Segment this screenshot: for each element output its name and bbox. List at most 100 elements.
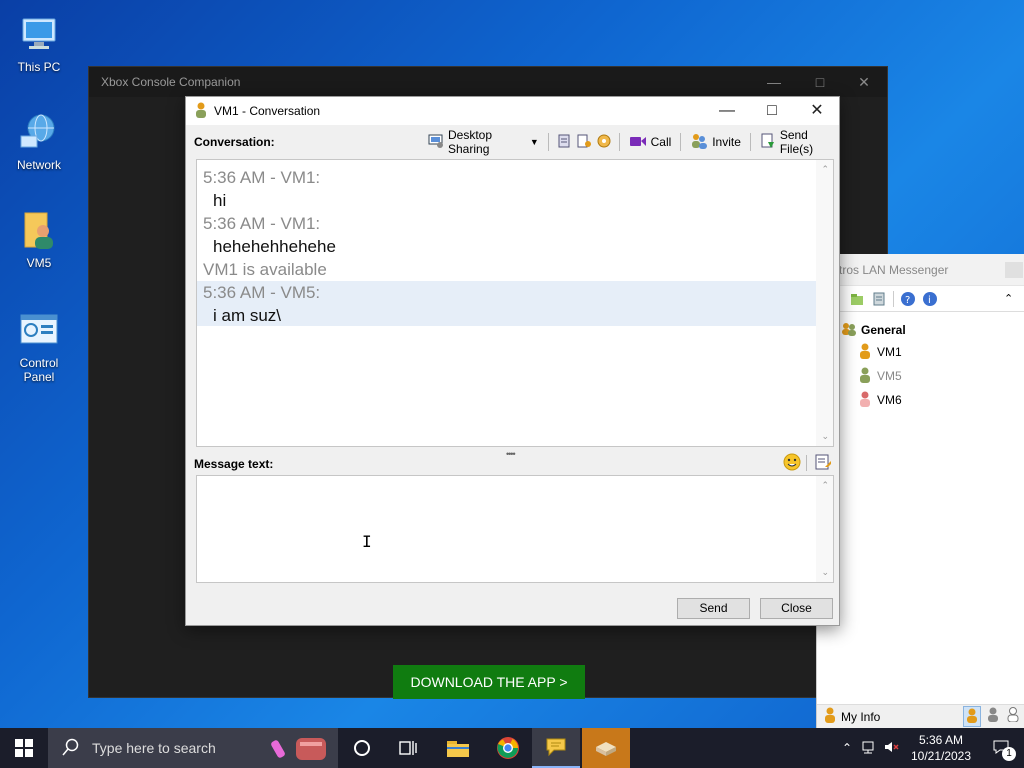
desktop-icon-vm5[interactable]: VM5 [4, 208, 74, 270]
file-explorer-button[interactable] [434, 728, 482, 768]
notification-count-badge: 1 [1002, 746, 1016, 761]
lan-messenger-taskbar-button[interactable] [532, 728, 580, 768]
text-cursor-icon: I [362, 532, 372, 551]
user-folder-icon [17, 208, 61, 252]
history-scrollbar[interactable]: ⌃ ⌄ [816, 160, 833, 446]
help-icon[interactable]: ? [900, 291, 916, 307]
windows-logo-icon [15, 739, 33, 757]
search-placeholder: Type here to search [92, 740, 216, 756]
add-contact-icon[interactable] [849, 291, 865, 307]
scroll-up-icon[interactable]: ⌃ [821, 480, 829, 491]
message-header: 5:36 AM - VM1: [203, 214, 321, 233]
history-icon[interactable] [871, 291, 887, 307]
message-header: 5:36 AM - VM1: [203, 168, 321, 187]
virtualbox-taskbar-button[interactable] [582, 728, 630, 768]
desktop-sharing-button[interactable]: Desktop Sharing ▼ [426, 128, 541, 156]
collapse-chevron-icon[interactable]: ⌃ [1004, 292, 1013, 305]
download-app-button[interactable]: DOWNLOAD THE APP > [393, 665, 585, 699]
contact-tree: General VM1 VM5 VM6 [817, 312, 1024, 412]
minimize-button[interactable]: — [704, 97, 750, 125]
taskbar-search-box[interactable]: Type here to search [48, 728, 338, 768]
emoticon-icon[interactable] [783, 453, 801, 474]
lan-close-button[interactable] [1005, 262, 1023, 278]
desktop-icon-network[interactable]: Network [4, 110, 74, 172]
contact-item-vm1[interactable]: VM1 [841, 340, 1024, 364]
my-info-button[interactable]: My Info [841, 710, 880, 724]
xbox-minimize-button[interactable]: — [751, 71, 797, 93]
message-body: i am suz\ [213, 306, 282, 325]
desktop-icon-this-pc[interactable]: This PC [4, 12, 74, 74]
user-status-icon [859, 391, 871, 410]
send-files-button[interactable]: Send File(s) [758, 128, 839, 156]
clock-time: 5:36 AM [918, 733, 964, 747]
search-icon [62, 738, 80, 759]
message-body: hehehehhehehe [213, 237, 336, 256]
desktop-icon-label: VM5 [26, 256, 52, 270]
font-settings-icon[interactable] [814, 453, 832, 474]
xbox-maximize-button[interactable]: □ [797, 71, 843, 93]
user-status-icon [859, 343, 871, 362]
notifications-button[interactable]: 1 [978, 739, 1024, 761]
call-button[interactable]: Call [627, 134, 674, 151]
info-icon[interactable]: i [922, 291, 938, 307]
maximize-button[interactable]: □ [749, 97, 795, 125]
cortana-button[interactable] [338, 728, 386, 768]
group-users-icon [841, 322, 857, 339]
start-button[interactable] [0, 728, 48, 768]
scroll-down-icon[interactable]: ⌄ [821, 431, 829, 442]
status-busy-icon[interactable] [985, 706, 1001, 727]
message-body: hi [213, 191, 227, 210]
lan-toolbar: ? i ⌃ [817, 286, 1024, 312]
message-input[interactable]: ⌃ ⌄ [196, 475, 834, 583]
cortana-circle-icon [354, 740, 370, 756]
send-button[interactable]: Send [677, 598, 750, 619]
computer-icon [17, 12, 61, 56]
taskbar-clock[interactable]: 5:36 AM 10/21/2023 [904, 732, 978, 764]
video-camera-icon [629, 134, 647, 151]
message-header: 5:36 AM - VM5: [203, 283, 321, 302]
xbox-close-button[interactable]: ✕ [841, 71, 887, 93]
close-button[interactable]: Close [760, 598, 833, 619]
chat-bubble-icon [546, 738, 566, 757]
folder-icon [447, 741, 469, 757]
taskbar: Type here to search ⌃ 5:36 AM 10/21/2023… [0, 728, 1024, 768]
splitter-handle[interactable]: •••• [506, 449, 520, 459]
lan-messenger-window: tros LAN Messenger ? i ⌃ General VM1 VM5… [816, 254, 1024, 728]
my-info-icon [823, 707, 837, 726]
transfers-icon[interactable] [576, 133, 592, 152]
dropdown-arrow-icon: ▼ [529, 137, 539, 147]
scroll-down-icon[interactable]: ⌄ [821, 567, 829, 578]
search-highlight-icon [270, 732, 330, 765]
desktop-icon-label: This PC [17, 60, 61, 74]
contact-item-vm5[interactable]: VM5 [841, 364, 1024, 388]
chrome-button[interactable] [484, 728, 532, 768]
desktop-icon-control-panel[interactable]: Control Panel [4, 308, 74, 384]
conversation-history[interactable]: 5:36 AM - VM1: hi 5:36 AM - VM1: heheheh… [196, 159, 834, 447]
status-available-icon[interactable] [963, 706, 981, 727]
control-panel-icon [17, 308, 61, 352]
network-status-icon[interactable] [858, 740, 880, 757]
contact-item-vm6[interactable]: VM6 [841, 388, 1024, 412]
history-icon[interactable] [556, 133, 572, 152]
contact-group-general[interactable]: General [841, 320, 1024, 340]
clock-date: 10/21/2023 [910, 749, 972, 763]
conversation-window: VM1 - Conversation — □ ✕ Conversation: D… [185, 96, 840, 626]
scroll-up-icon[interactable]: ⌃ [821, 164, 829, 175]
invite-users-icon [690, 133, 708, 152]
own-message-block: 5:36 AM - VM5: i am suz\ [197, 281, 816, 326]
conversation-toolbar: Desktop Sharing ▼ Call Invite Send File(… [426, 128, 839, 156]
close-window-button[interactable]: ✕ [794, 97, 840, 125]
lan-status-bar: My Info [817, 704, 1024, 728]
task-view-button[interactable] [384, 728, 432, 768]
user-status-icon [859, 367, 871, 386]
input-scrollbar[interactable]: ⌃ ⌄ [816, 476, 833, 582]
desktop-icon-label: Control Panel [19, 356, 59, 384]
volume-muted-icon[interactable] [880, 740, 904, 757]
system-tray: ⌃ 5:36 AM 10/21/2023 1 [836, 728, 1024, 768]
status-offline-icon[interactable] [1005, 706, 1021, 727]
network-globe-icon [17, 110, 61, 154]
status-message: VM1 is available [203, 260, 327, 279]
settings-gear-icon[interactable] [596, 133, 612, 152]
show-hidden-icons-chevron-icon[interactable]: ⌃ [836, 741, 858, 755]
invite-button[interactable]: Invite [688, 133, 743, 152]
